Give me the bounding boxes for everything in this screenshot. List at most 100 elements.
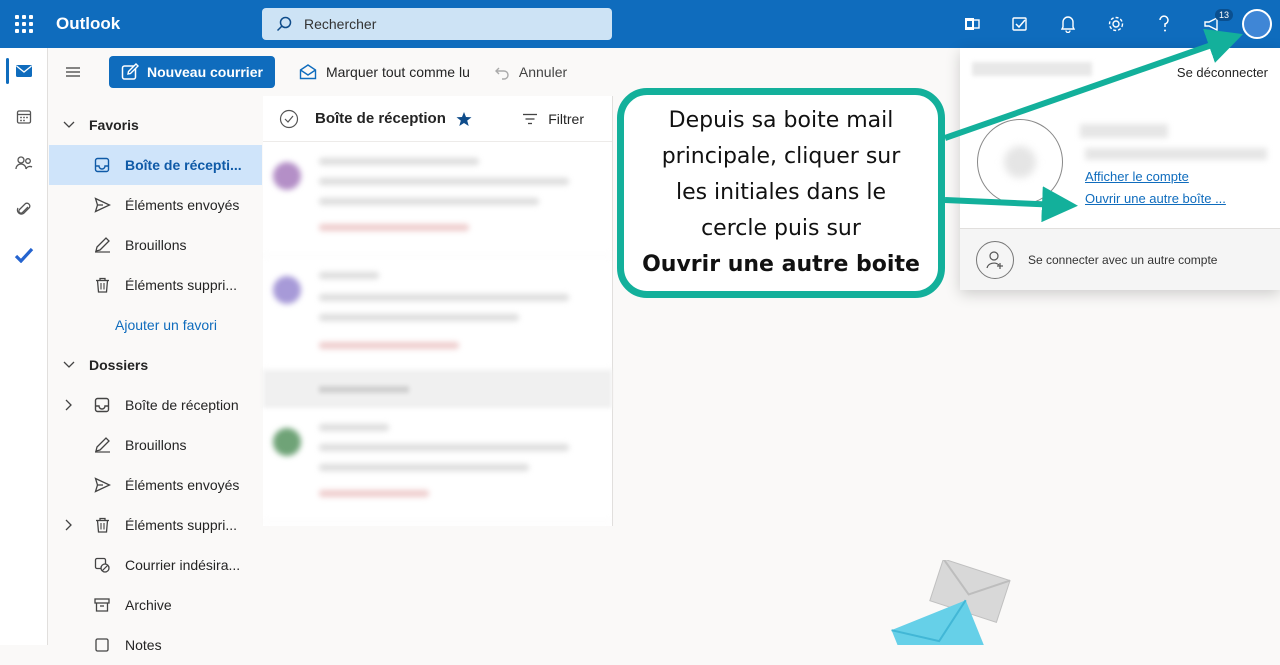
chevron-down-icon	[63, 361, 75, 368]
search-placeholder: Rechercher	[304, 16, 377, 32]
folder-inbox-label: Boîte de réception	[125, 397, 239, 413]
view-account-link[interactable]: Afficher le compte	[1085, 169, 1189, 184]
junk-icon	[94, 557, 110, 573]
folders-header[interactable]: Dossiers	[49, 345, 262, 385]
compose-icon	[121, 63, 139, 80]
chevron-down-icon	[63, 121, 75, 128]
search-icon	[276, 16, 292, 32]
callout-line: principale, cliquer sur	[661, 144, 901, 169]
pencil-icon	[94, 437, 110, 453]
folder-drafts[interactable]: Brouillons	[49, 425, 262, 465]
app-name[interactable]: Outlook	[56, 14, 262, 34]
office-app-button[interactable]	[948, 0, 996, 48]
fav-drafts[interactable]: Brouillons	[49, 225, 262, 265]
people-icon	[15, 156, 33, 170]
archive-icon	[94, 598, 110, 612]
office-icon	[965, 18, 980, 30]
fav-drafts-label: Brouillons	[125, 237, 187, 253]
account-org-name	[972, 62, 1092, 76]
hamburger-icon	[66, 67, 80, 77]
account-panel: Se déconnecter Afficher le compte Ouvrir…	[960, 48, 1280, 290]
fav-deleted[interactable]: Éléments suppri...	[49, 265, 262, 305]
checkmark-icon	[14, 247, 34, 263]
message-list: Boîte de réception Filtrer	[263, 96, 613, 526]
instruction-callout: Depuis sa boite mail principale, cliquer…	[617, 88, 945, 298]
sign-in-other-account-button[interactable]: Se connecter avec un autre compte	[960, 229, 1280, 290]
add-favorite-label: Ajouter un favori	[115, 317, 217, 333]
app-launcher-button[interactable]	[0, 0, 48, 48]
inbox-icon	[94, 157, 110, 173]
folder-sent[interactable]: Éléments envoyés	[49, 465, 262, 505]
pencil-icon	[94, 237, 110, 253]
folder-junk-label: Courrier indésira...	[125, 557, 241, 573]
rail-calendar[interactable]	[0, 94, 48, 140]
folder-deleted[interactable]: Éléments suppri...	[49, 505, 262, 545]
list-item[interactable]	[263, 256, 612, 370]
fav-inbox[interactable]: Boîte de récepti...	[49, 145, 262, 185]
paperclip-icon	[16, 202, 31, 215]
mail-icon	[16, 65, 32, 77]
sign-in-other-label: Se connecter avec un autre compte	[1028, 252, 1218, 267]
folder-drafts-label: Brouillons	[125, 437, 187, 453]
envelope-open-icon	[299, 64, 317, 80]
new-mail-label: Nouveau courrier	[147, 64, 263, 80]
todo-button[interactable]	[996, 0, 1044, 48]
trash-icon	[95, 277, 109, 293]
sign-out-button[interactable]: Se déconnecter	[1177, 65, 1268, 80]
message-list-title: Boîte de réception	[315, 110, 446, 127]
notification-badge: 13	[1215, 9, 1234, 21]
gear-icon	[1108, 16, 1124, 32]
fav-inbox-label: Boîte de récepti...	[125, 157, 242, 173]
folder-sent-label: Éléments envoyés	[125, 477, 240, 493]
list-group-header	[263, 370, 612, 408]
bell-icon	[1060, 16, 1076, 33]
folder-notes[interactable]: Notes	[49, 625, 262, 665]
favorites-header[interactable]: Favoris	[49, 105, 262, 145]
account-avatar-button[interactable]	[1242, 9, 1272, 39]
undo-button[interactable]: Annuler	[494, 64, 567, 80]
rail-mail[interactable]	[0, 48, 48, 94]
star-icon[interactable]	[456, 111, 472, 127]
folder-inbox[interactable]: Boîte de réception	[49, 385, 262, 425]
notifications-button[interactable]	[1044, 0, 1092, 48]
chevron-right-icon[interactable]	[65, 519, 73, 531]
select-all-circle-icon[interactable]	[279, 109, 299, 129]
fav-sent-label: Éléments envoyés	[125, 197, 240, 213]
app-rail	[0, 48, 48, 645]
trash-icon	[95, 517, 109, 533]
fav-sent[interactable]: Éléments envoyés	[49, 185, 262, 225]
settings-button[interactable]	[1092, 0, 1140, 48]
message-list-header: Boîte de réception Filtrer	[263, 96, 612, 142]
rail-todo[interactable]	[0, 232, 48, 278]
callout-line: Depuis sa boite mail	[668, 108, 894, 133]
favorites-label: Favoris	[89, 117, 139, 133]
rail-files[interactable]	[0, 186, 48, 232]
rail-people[interactable]	[0, 140, 48, 186]
folder-notes-label: Notes	[125, 637, 162, 653]
fav-deleted-label: Éléments suppri...	[125, 277, 238, 293]
callout-line: cercle puis sur	[701, 216, 861, 241]
add-favorite-link[interactable]: Ajouter un favori	[49, 305, 262, 345]
list-item[interactable]	[263, 408, 612, 522]
filter-label: Filtrer	[548, 110, 584, 127]
open-other-mailbox-link[interactable]: Ouvrir une autre boîte ...	[1085, 191, 1226, 206]
help-button[interactable]	[1140, 0, 1188, 48]
todo-icon	[1012, 17, 1027, 31]
folder-junk[interactable]: Courrier indésira...	[49, 545, 262, 585]
account-avatar	[977, 119, 1063, 205]
filter-icon	[523, 113, 538, 124]
filter-button[interactable]: Filtrer	[522, 111, 584, 127]
folder-deleted-label: Éléments suppri...	[125, 517, 238, 533]
folder-archive[interactable]: Archive	[49, 585, 262, 625]
calendar-icon	[16, 110, 32, 124]
send-icon	[93, 477, 111, 493]
search-box[interactable]: Rechercher	[262, 8, 612, 40]
add-person-icon	[986, 250, 1003, 269]
new-mail-button[interactable]: Nouveau courrier	[109, 56, 275, 88]
toggle-nav-button[interactable]	[48, 66, 98, 78]
list-item[interactable]	[263, 142, 612, 256]
undo-icon	[494, 67, 509, 80]
chevron-right-icon[interactable]	[65, 399, 73, 411]
whats-new-button[interactable]: 13	[1188, 0, 1236, 48]
mark-all-read-button[interactable]: Marquer tout comme lu	[299, 64, 470, 80]
